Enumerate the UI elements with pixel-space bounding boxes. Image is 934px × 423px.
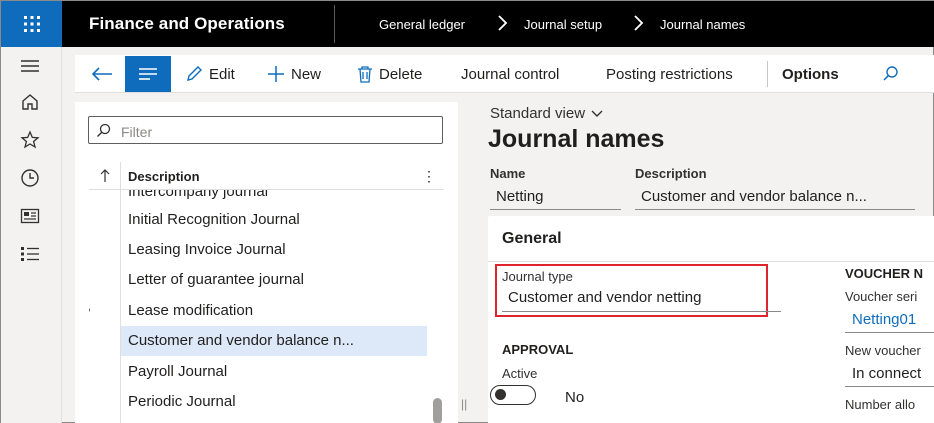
view-selector[interactable]: Standard view bbox=[490, 105, 603, 122]
name-field[interactable]: Netting bbox=[490, 188, 621, 210]
journal-list-panel: Filter Description ⋮ Intercompany journa… bbox=[75, 102, 458, 423]
action-pane-divider bbox=[767, 61, 768, 87]
workspace-icon[interactable] bbox=[19, 205, 41, 227]
toggle-knob bbox=[495, 389, 506, 400]
journal-control-label: Journal control bbox=[461, 65, 560, 83]
new-voucher-label: New voucher bbox=[845, 343, 921, 358]
active-label: Active bbox=[502, 366, 538, 381]
star-icon[interactable] bbox=[19, 129, 41, 151]
sort-column[interactable] bbox=[89, 162, 121, 190]
approval-section-heading: APPROVAL bbox=[502, 342, 574, 357]
row-selector-column bbox=[89, 190, 121, 423]
grid-header: Description ⋮ bbox=[89, 162, 444, 190]
voucher-section-heading: VOUCHER N bbox=[845, 266, 924, 281]
trash-icon bbox=[358, 66, 372, 83]
chevron-right-icon bbox=[634, 15, 644, 31]
options-tab[interactable]: Options bbox=[782, 55, 839, 93]
options-label: Options bbox=[782, 65, 839, 83]
search-button[interactable] bbox=[882, 55, 900, 93]
description-field[interactable]: Customer and vendor balance n... bbox=[635, 188, 915, 210]
general-fasttab-title[interactable]: General bbox=[502, 230, 562, 248]
topbar-divider bbox=[334, 5, 335, 43]
action-pane: Edit New Delete Journal control Posting … bbox=[75, 55, 934, 93]
filter-placeholder: Filter bbox=[121, 124, 153, 140]
list-item[interactable]: Payroll Journal bbox=[121, 356, 427, 386]
name-label: Name bbox=[490, 166, 526, 181]
view-name: Standard view bbox=[490, 105, 586, 122]
breadcrumb-journal-names[interactable]: Journal names bbox=[660, 17, 745, 32]
plus-icon bbox=[268, 66, 284, 82]
posting-restrictions-label: Posting restrictions bbox=[606, 65, 733, 83]
new-label: New bbox=[291, 65, 322, 83]
clock-icon[interactable] bbox=[19, 167, 41, 189]
list-item[interactable]: Intercompany journal bbox=[121, 190, 427, 200]
app-launcher-button[interactable] bbox=[1, 1, 62, 47]
list-scrollbar-thumb[interactable] bbox=[433, 398, 442, 423]
app-title: Finance and Operations bbox=[89, 14, 285, 33]
search-icon bbox=[97, 123, 111, 137]
hamburger-icon[interactable] bbox=[19, 55, 41, 77]
list-item[interactable]: Leasing Invoice Journal bbox=[121, 234, 427, 264]
breadcrumb-general-ledger[interactable]: General ledger bbox=[379, 17, 465, 32]
list-scrollbar[interactable] bbox=[430, 190, 444, 423]
list-view-icon bbox=[139, 68, 157, 80]
edit-label: Edit bbox=[209, 65, 235, 83]
chevron-right-icon bbox=[498, 15, 508, 31]
journal-type-field[interactable]: Customer and vendor netting bbox=[502, 289, 781, 312]
chevron-down-icon bbox=[591, 110, 603, 117]
posting-restrictions-button[interactable]: Posting restrictions bbox=[606, 55, 733, 93]
list-item[interactable]: Periodic Journal bbox=[121, 386, 427, 416]
page-title: Journal names bbox=[488, 125, 665, 153]
pencil-icon bbox=[187, 66, 202, 81]
active-toggle[interactable] bbox=[490, 385, 536, 405]
list-item[interactable]: Lease modification bbox=[121, 295, 427, 325]
list-icon[interactable] bbox=[19, 243, 41, 265]
voucher-series-label: Voucher seri bbox=[845, 289, 918, 304]
journal-type-label: Journal type bbox=[502, 269, 573, 284]
back-button[interactable] bbox=[91, 55, 113, 93]
breadcrumb-journal-setup[interactable]: Journal setup bbox=[524, 17, 602, 32]
journal-list: Intercompany journal Initial Recognition… bbox=[89, 190, 427, 423]
list-item[interactable]: Customer and vendor balance n... bbox=[121, 325, 427, 356]
voucher-series-field[interactable]: Netting01 bbox=[845, 311, 934, 333]
new-button[interactable]: New bbox=[267, 55, 321, 93]
description-label: Description bbox=[635, 166, 707, 181]
delete-button[interactable]: Delete bbox=[357, 55, 422, 93]
active-value: No bbox=[565, 389, 585, 406]
search-icon bbox=[883, 66, 898, 81]
list-view-toggle-button[interactable] bbox=[125, 56, 171, 92]
delete-label: Delete bbox=[379, 65, 423, 83]
panel-splitter[interactable]: || bbox=[461, 397, 467, 411]
list-item[interactable]: Initial Recognition Journal bbox=[121, 204, 427, 234]
left-navigation bbox=[1, 47, 62, 423]
fasttab-divider bbox=[488, 261, 934, 262]
waffle-icon bbox=[23, 16, 40, 32]
list-item[interactable]: Letter of guarantee journal bbox=[121, 265, 427, 295]
top-bar: Finance and Operations General ledger Jo… bbox=[1, 1, 934, 47]
edit-button[interactable]: Edit bbox=[185, 55, 235, 93]
detail-pane: Standard view Journal names Name Netting… bbox=[472, 93, 934, 423]
more-options-icon[interactable]: ⋮ bbox=[422, 168, 436, 185]
sort-up-icon bbox=[100, 169, 109, 182]
new-voucher-field[interactable]: In connect bbox=[845, 365, 934, 387]
journal-control-button[interactable]: Journal control bbox=[461, 55, 559, 93]
back-arrow-icon bbox=[91, 67, 112, 81]
description-column-header[interactable]: Description bbox=[128, 169, 200, 184]
home-icon[interactable] bbox=[19, 91, 41, 113]
number-allocation-label: Number allo bbox=[845, 397, 916, 412]
filter-input[interactable]: Filter bbox=[88, 116, 443, 144]
general-fasttab: General Journal type Customer and vendor… bbox=[488, 216, 934, 423]
